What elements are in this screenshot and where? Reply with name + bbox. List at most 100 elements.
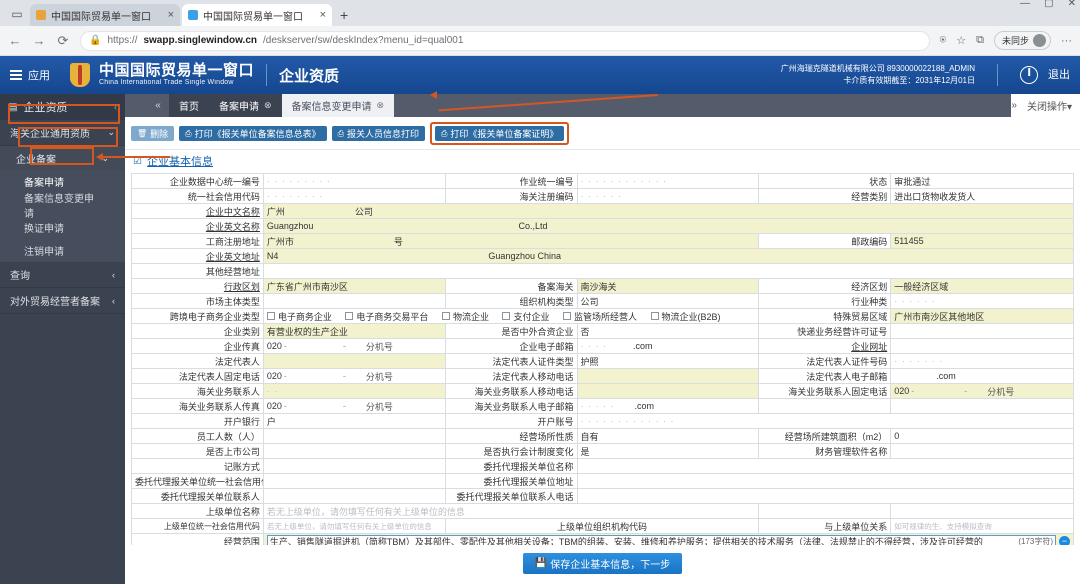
checkbox-supervision-site-operator[interactable]: 监管场所经营人: [563, 310, 637, 323]
field-value-legal-rep-mobile[interactable]: [576, 368, 760, 384]
checkbox-payment-enterprise[interactable]: 支付企业: [502, 310, 549, 323]
tab-filing-application[interactable]: 备案申请 ⊗: [209, 94, 282, 117]
list-icon[interactable]: list-icon: [125, 94, 147, 117]
print-filing-summary-button[interactable]: ⎙ 打印《报关单位备案信息总表》: [179, 126, 327, 141]
address-bar[interactable]: 🔒 https:// swapp.singlewindow.cn /deskse…: [80, 30, 930, 51]
field-value-agent-contact-tel[interactable]: [576, 488, 1075, 504]
sidebar-item-foreign-trade-operator-filing[interactable]: 对外贸易经营者备案 ‹: [0, 288, 125, 314]
close-window-icon[interactable]: ✕: [1068, 0, 1076, 9]
field-value-parent-org-name[interactable]: 若无上级单位，请勿填写任何有关上级单位的信息: [262, 503, 760, 519]
sidebar-item-enterprise-filing[interactable]: 企业备案 ⌄: [0, 146, 125, 170]
sidebar-item-cancellation-application[interactable]: 注销申请: [0, 239, 125, 262]
field-value-joint-venture[interactable]: 否: [576, 323, 760, 339]
favorite-icon[interactable]: ☆: [956, 34, 966, 47]
field-value-accounting-change[interactable]: 是: [576, 443, 760, 459]
field-value-company-fax[interactable]: 020 - - 分机号: [262, 338, 446, 354]
sidebar-item-filing-change-application[interactable]: 备案信息变更申请: [0, 193, 125, 220]
forward-icon[interactable]: →: [32, 33, 46, 48]
field-value-express-license[interactable]: [890, 323, 1074, 339]
close-icon[interactable]: ⊗: [377, 100, 385, 111]
more-icon[interactable]: ···: [1061, 35, 1072, 47]
profile-button[interactable]: 未同步: [993, 31, 1051, 50]
delete-button[interactable]: 🗑 删除: [131, 126, 175, 141]
business-scope-input[interactable]: 生产、销售隧道掘进机（简称TBM）及其部件、零配件及其他相关设备；TBM的组装、…: [266, 534, 1056, 545]
field-value-employee-count[interactable]: [262, 428, 446, 444]
sidebar-collapse-icon[interactable]: ‹: [114, 102, 117, 112]
field-value-legal-rep-email[interactable]: .com: [890, 368, 1074, 384]
field-value-customs-contact[interactable]: · ·: [262, 383, 446, 399]
field-value-company-website[interactable]: [890, 338, 1074, 354]
close-icon[interactable]: ⊗: [264, 100, 272, 111]
minimize-icon[interactable]: —: [1020, 0, 1030, 9]
field-value-legal-rep[interactable]: [262, 353, 446, 369]
apps-label[interactable]: 应用: [28, 67, 50, 83]
checkbox-ecommerce-enterprise[interactable]: 电子商务企业: [266, 310, 332, 323]
sidebar-item-query[interactable]: 查询 ‹: [0, 262, 125, 288]
field-value-postcode[interactable]: 511455: [890, 233, 1074, 249]
field-value-customs-contact-tel[interactable]: 020 - - 分机号: [890, 383, 1074, 399]
field-value-legal-rep-id-no[interactable]: · · · · · · ·: [890, 353, 1074, 369]
field-value-legal-rep-id-type[interactable]: 护照: [576, 353, 760, 369]
field-value-bookkeeping-method[interactable]: [262, 458, 446, 474]
field-value-special-trade-zone[interactable]: 广州市南沙区其他地区: [890, 308, 1074, 324]
close-icon[interactable]: ×: [320, 9, 326, 21]
field-value-agent-name[interactable]: [576, 458, 1075, 474]
field-value-org-type[interactable]: 公司: [576, 293, 760, 309]
tab-scroll-prev-icon[interactable]: «: [147, 94, 169, 117]
field-value-market-entity-type[interactable]: [262, 293, 446, 309]
checkbox-logistics-enterprise[interactable]: 物流企业: [441, 310, 489, 323]
field-value-other-address[interactable]: [262, 263, 1075, 279]
new-tab-button[interactable]: +: [340, 7, 348, 23]
sidebar-item-certificate-exchange[interactable]: 换证申请: [0, 216, 125, 239]
sidebar-item-customs-general-qualification[interactable]: 海关企业通用资质 ⌄: [0, 120, 125, 146]
field-value-industry-type[interactable]: · · · · · ·: [890, 293, 1074, 309]
field-value-premises-nature[interactable]: 自有: [576, 428, 760, 444]
close-icon[interactable]: ×: [168, 9, 174, 21]
field-value-address-en[interactable]: N4 Guangzhou China: [262, 248, 1075, 264]
tab-filing-change-application[interactable]: 备案信息变更申请 ⊗: [281, 94, 395, 117]
logout-button[interactable]: 退出: [1048, 69, 1070, 81]
field-value-agent-contact[interactable]: [262, 488, 446, 504]
hamburger-icon[interactable]: [10, 70, 22, 80]
browser-tab-1[interactable]: 中国国际贸易单一窗口 ×: [30, 4, 180, 26]
save-and-next-button[interactable]: 💾 保存企业基本信息，下一步: [522, 553, 683, 574]
power-icon[interactable]: [1020, 66, 1038, 84]
field-value-bank[interactable]: 户: [262, 413, 446, 429]
field-value-bank-account[interactable]: · · · · · · · · · · · · ·: [576, 413, 1075, 429]
browser-tab-2[interactable]: 中国国际贸易单一窗口 ×: [182, 4, 332, 26]
field-value-legal-rep-tel[interactable]: 020 - - 分机号: [262, 368, 446, 384]
tab-home[interactable]: 首页: [169, 94, 209, 117]
field-value-parent-relation[interactable]: 如可规律的生、支持模拟查询: [890, 518, 1074, 534]
field-value-economic-zone[interactable]: 一般经济区域: [890, 278, 1074, 294]
collections-icon[interactable]: ⍟: [940, 34, 947, 47]
field-value-premises-area[interactable]: 0: [890, 428, 1074, 444]
field-value-business-scope[interactable]: 生产、销售隧道掘进机（简称TBM）及其部件、零配件及其他相关设备；TBM的组装、…: [262, 533, 1075, 545]
field-value-district[interactable]: 广东省广州市南沙区: [262, 278, 446, 294]
close-operations-menu[interactable]: 关闭操作▾: [1027, 98, 1072, 113]
field-value-company-email[interactable]: · · · · .com: [576, 338, 760, 354]
field-value-parent-credit-code[interactable]: 若无上级单位，请勿填写任何有关上级单位的信息: [262, 518, 446, 534]
checkbox-ecommerce-platform[interactable]: 电子商务交易平台: [345, 310, 428, 323]
print-filing-certificate-button[interactable]: ⎙ 打印《报关单位备案证明》: [435, 126, 565, 141]
field-value-company-en[interactable]: Guangzhou Co.,Ltd: [262, 218, 1075, 234]
reload-icon[interactable]: ⟳: [56, 33, 70, 49]
field-value-filing-customs[interactable]: 南沙海关: [576, 278, 760, 294]
field-value-registered-address[interactable]: 广州市 号: [262, 233, 760, 249]
split-screen-icon[interactable]: ⧉: [976, 34, 984, 47]
checkbox-logistics-b2b[interactable]: 物流企业(B2B): [650, 310, 721, 323]
tab-scroll-next-icon[interactable]: »: [1011, 100, 1017, 111]
field-value-agent-credit-code[interactable]: [262, 473, 446, 489]
field-value-enterprise-category[interactable]: 有营业权的生产企业: [262, 323, 446, 339]
field-value-agent-address[interactable]: [576, 473, 1075, 489]
remove-row-button[interactable]: −: [1059, 535, 1070, 545]
tab-search-icon[interactable]: ▭: [8, 5, 26, 23]
field-value-finance-software[interactable]: [890, 443, 1074, 459]
field-value-customs-contact-email[interactable]: · · · · · .com: [576, 398, 760, 414]
print-declarant-info-button[interactable]: ⎙ 报关人员信息打印: [331, 126, 426, 141]
back-icon[interactable]: ←: [8, 33, 22, 48]
maximize-icon[interactable]: ▢: [1044, 0, 1053, 9]
field-value-company-cn[interactable]: 广州 公司: [262, 203, 1075, 219]
field-value-customs-contact-mobile[interactable]: [576, 383, 760, 399]
field-value-customs-contact-fax[interactable]: 020 - - 分机号: [262, 398, 446, 414]
field-value-is-listed[interactable]: [262, 443, 446, 459]
